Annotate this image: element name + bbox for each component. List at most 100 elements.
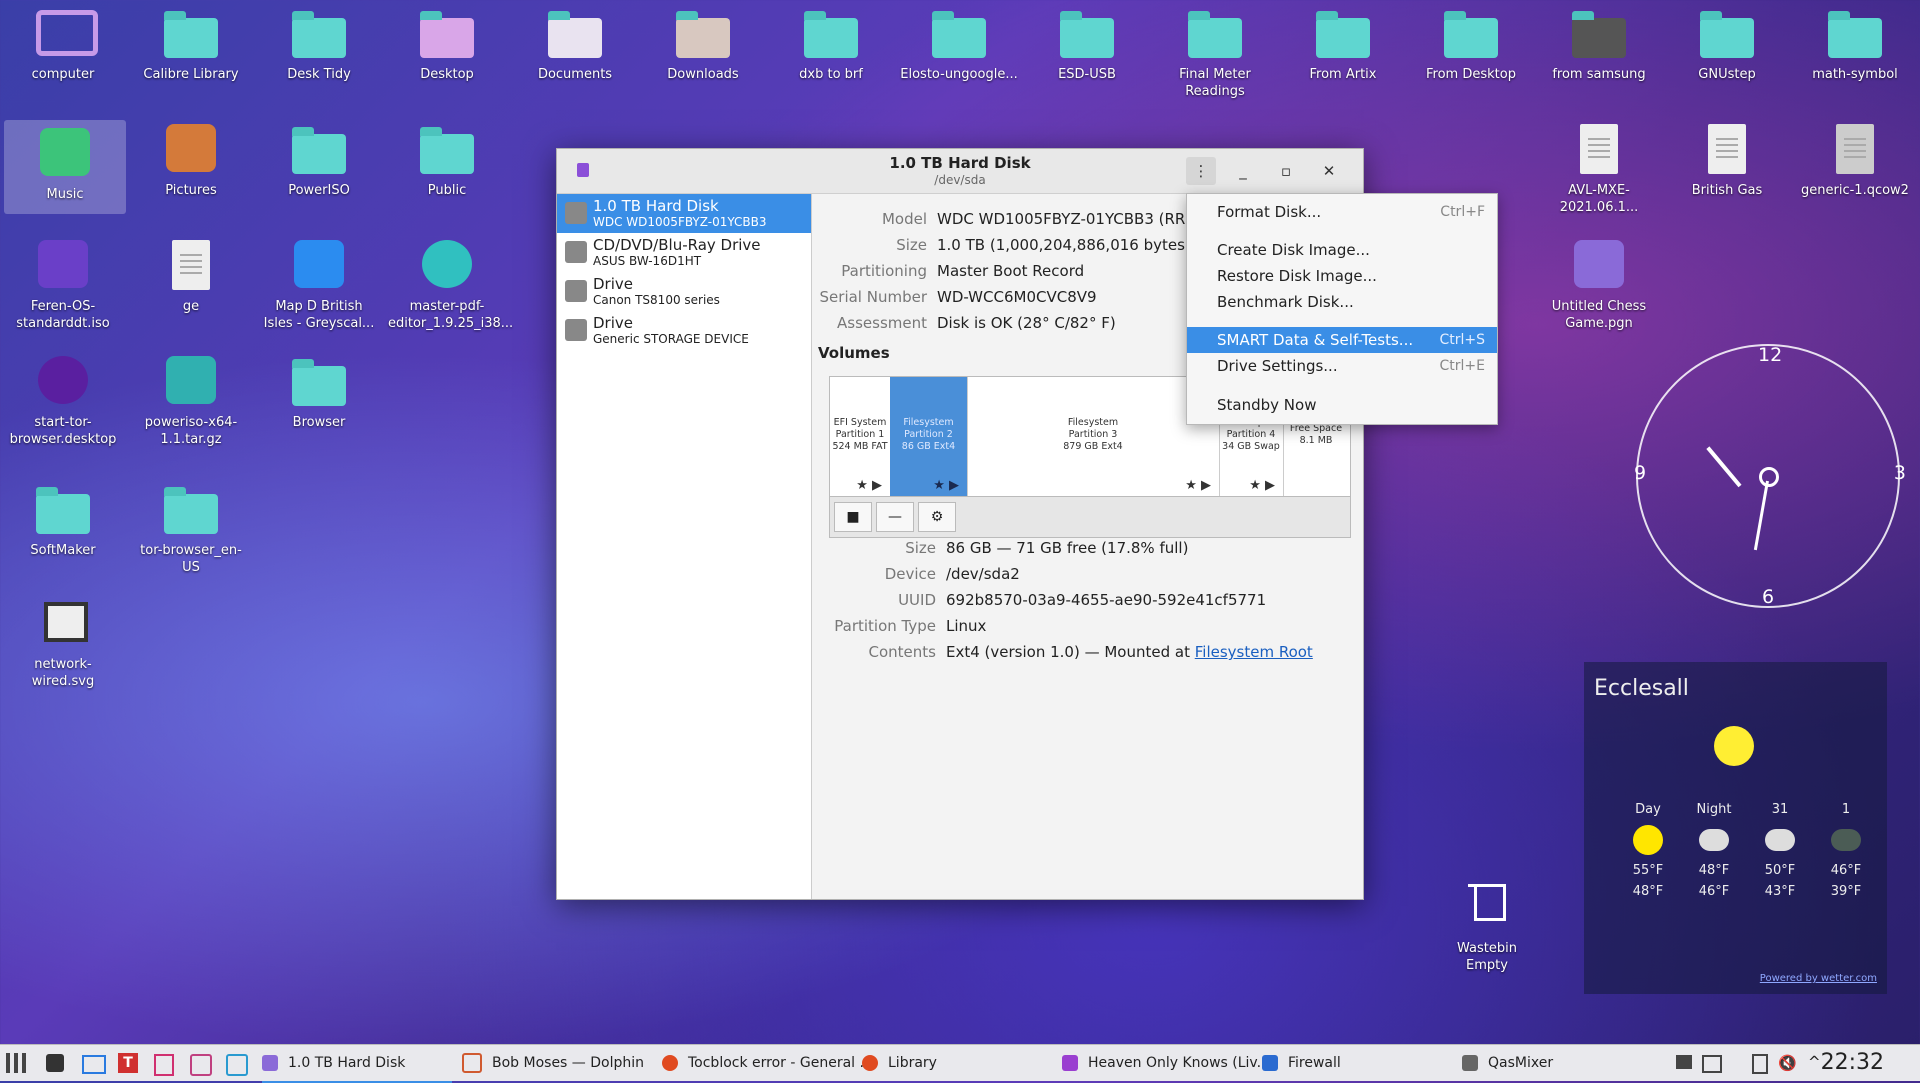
mail-icon[interactable]	[82, 1055, 106, 1074]
desktop-icon-music[interactable]: Music	[4, 120, 126, 214]
desktop-icon-from-samsung[interactable]: from samsung	[1538, 0, 1660, 83]
task-media[interactable]: Heaven Only Knows (Liv...	[1062, 1045, 1270, 1081]
desktop-icon-esd-usb[interactable]: ESD-USB	[1026, 0, 1148, 83]
drive-item-generic[interactable]: Drive Generic STORAGE DEVICE	[557, 311, 811, 350]
folder-icon	[160, 6, 222, 62]
gear-icon[interactable]: ⚙	[918, 502, 956, 532]
display-tray-icon[interactable]	[1702, 1055, 1722, 1073]
menu-item-drive-settings[interactable]: Drive Settings... Ctrl+E	[1187, 353, 1497, 379]
window-titlebar[interactable]: 1.0 TB Hard Disk /dev/sda ⋮ _ ▫ ✕	[557, 149, 1363, 194]
volume-toolbar: ■ — ⚙	[829, 496, 1351, 538]
weather-widget[interactable]: Ecclesall Day 55°F 48°F Night 48°F 46°F …	[1584, 662, 1887, 994]
weather-credit-link[interactable]: Powered by wetter.com	[1760, 973, 1877, 984]
desktop-icon-downloads[interactable]: Downloads	[642, 0, 764, 83]
menu-item-format-disk[interactable]: Format Disk... Ctrl+F	[1187, 199, 1497, 225]
terminal-icon[interactable]	[226, 1054, 248, 1076]
forecast-header: 31	[1771, 802, 1789, 817]
desktop-icon-desktop[interactable]: Desktop	[386, 0, 508, 83]
desktop-icon-from-desktop[interactable]: From Desktop	[1410, 0, 1532, 83]
desktop-icon-british-gas[interactable]: British Gas	[1666, 116, 1788, 199]
mount-play-icon: ★ ▶	[933, 478, 959, 493]
desktop-icon-browser[interactable]: Browser	[258, 348, 380, 431]
trash-icon	[1456, 880, 1518, 936]
delete-partition-button[interactable]: —	[876, 502, 914, 532]
desktop-icon-ge[interactable]: ge	[130, 232, 252, 315]
partition-sda3[interactable]: Filesystem Partition 3 879 GB Ext4 ★ ▶	[967, 377, 1220, 497]
task-qasmixer[interactable]: QasMixer	[1462, 1045, 1622, 1081]
drive-item-canon[interactable]: Drive Canon TS8100 series	[557, 272, 811, 311]
desktop-icon-softmaker[interactable]: SoftMaker	[2, 476, 124, 559]
desktop-icon-documents[interactable]: Documents	[514, 0, 636, 83]
analog-clock-widget[interactable]: 12 3 6 9	[1634, 344, 1906, 608]
task-label: QasMixer	[1488, 1055, 1554, 1071]
textmaker-icon[interactable]: T	[118, 1053, 138, 1073]
menu-item-standby[interactable]: Standby Now	[1187, 392, 1497, 418]
desktop-icon-tor-browser-en-us[interactable]: tor-browser_en-US	[130, 476, 252, 576]
volume-muted-icon[interactable]: 🔇	[1778, 1054, 1797, 1072]
desktop-icon-label: Calibre Library	[143, 67, 239, 82]
media-player-icon	[1062, 1055, 1078, 1071]
desktop-icon-avl-mxe[interactable]: AVL-MXE-2021.06.1...	[1538, 116, 1660, 216]
menu-shortcut: Ctrl+S	[1439, 332, 1485, 348]
scanner-icon[interactable]	[154, 1054, 174, 1076]
task-label: Bob Moses — Dolphin	[492, 1055, 645, 1071]
drive-detail: ASUS BW-16D1HT	[593, 254, 702, 268]
desktop-icon-from-artix[interactable]: From Artix	[1282, 0, 1404, 83]
network-tray-icon[interactable]	[1676, 1055, 1692, 1069]
task-label: Tocblock error - General ...	[688, 1055, 873, 1071]
desktop-icon-label: ge	[182, 299, 200, 314]
clipboard-tray-icon[interactable]	[1752, 1054, 1768, 1074]
drive-item-hard-disk[interactable]: 1.0 TB Hard Disk WDC WD1005FBYZ-01YCBB3	[557, 194, 811, 233]
task-label: Library	[888, 1055, 937, 1071]
desktop-icon-feren-iso[interactable]: Feren-OS-standarddt.iso	[2, 232, 124, 332]
task-disks[interactable]: 1.0 TB Hard Disk	[262, 1045, 452, 1083]
desktop-icon-label: British Gas	[1691, 183, 1763, 198]
task-dolphin[interactable]: Bob Moses — Dolphin	[462, 1045, 652, 1081]
digital-clock[interactable]: 22:32	[1821, 1045, 1884, 1081]
desktop-icon-calibre[interactable]: Calibre Library	[130, 0, 252, 83]
partition-efi[interactable]: EFI System Partition 1 524 MB FAT ★ ▶	[830, 377, 891, 497]
desktop-icon-start-tor[interactable]: start-tor-browser.desktop	[2, 348, 124, 448]
desktop-icon-poweriso-tar[interactable]: poweriso-x64-1.1.tar.gz	[130, 348, 252, 448]
vol-value: /dev/sda2	[946, 565, 1020, 583]
desktop-icon-master-pdf[interactable]: master-pdf-editor_1.9.25_i38...	[386, 232, 513, 332]
desktop-icon-math-symbol[interactable]: math-symbol	[1794, 0, 1916, 83]
drive-name: CD/DVD/Blu-Ray Drive	[593, 236, 761, 254]
app-launcher-icon[interactable]	[6, 1053, 28, 1073]
task-browser[interactable]: Tocblock error - General ...	[662, 1045, 873, 1081]
kebab-menu-button[interactable]: ⋮	[1186, 157, 1216, 185]
desktop-icon-desk-tidy[interactable]: Desk Tidy	[258, 0, 380, 83]
chevron-up-icon[interactable]: ^	[1808, 1053, 1821, 1071]
vol-key: Device	[884, 565, 936, 583]
drive-item-optical[interactable]: CD/DVD/Blu-Ray Drive ASUS BW-16D1HT	[557, 233, 811, 272]
partition-sda2[interactable]: Filesystem Partition 2 86 GB Ext4 ★ ▶	[890, 377, 968, 497]
close-button[interactable]: ✕	[1314, 157, 1344, 185]
desktop-icon-generic-qcow2[interactable]: generic-1.qcow2	[1794, 116, 1916, 199]
desktop-icon-pictures[interactable]: Pictures	[130, 116, 252, 199]
image-viewer-icon[interactable]	[190, 1054, 212, 1076]
minimize-button[interactable]: _	[1228, 157, 1258, 185]
desktop-icon-gnustep[interactable]: GNUstep	[1666, 0, 1788, 83]
filesystem-root-link[interactable]: Filesystem Root	[1195, 643, 1313, 661]
menu-item-restore-image[interactable]: Restore Disk Image...	[1187, 263, 1497, 289]
desktop-icon-untitled-chess[interactable]: Untitled Chess Game.pgn	[1538, 232, 1660, 332]
task-firewall[interactable]: Firewall	[1262, 1045, 1452, 1081]
desktop-icon-poweriso[interactable]: PowerISO	[258, 116, 380, 199]
task-library[interactable]: Library	[862, 1045, 1052, 1081]
desktop-icon-label: Untitled Chess Game.pgn	[1551, 299, 1647, 331]
desktop-icon-final-meter[interactable]: Final Meter Readings	[1154, 0, 1276, 100]
menu-item-benchmark[interactable]: Benchmark Disk...	[1187, 289, 1497, 315]
desktop-icon-public[interactable]: Public	[386, 116, 508, 199]
menu-item-create-image[interactable]: Create Disk Image...	[1187, 237, 1497, 263]
desktop-icon-map-d[interactable]: Map D British Isles - Greyscal...	[258, 232, 380, 332]
desktop-icon-elosto[interactable]: Elosto-ungoogle...	[898, 0, 1020, 83]
maximize-button[interactable]: ▫	[1271, 157, 1301, 185]
stop-icon[interactable]: ■	[834, 502, 872, 532]
menu-item-smart-data[interactable]: SMART Data & Self-Tests... Ctrl+S	[1187, 327, 1497, 353]
desktop-icon-computer[interactable]: computer	[2, 0, 124, 83]
desktop-icon-wastebin[interactable]: Wastebin Empty	[1426, 874, 1548, 974]
menu-label: Drive Settings...	[1217, 357, 1338, 375]
audio-app-icon[interactable]	[46, 1054, 64, 1072]
desktop-icon-dxb-to-brf[interactable]: dxb to brf	[770, 0, 892, 83]
desktop-icon-network-wired[interactable]: network-wired.svg	[2, 590, 124, 690]
